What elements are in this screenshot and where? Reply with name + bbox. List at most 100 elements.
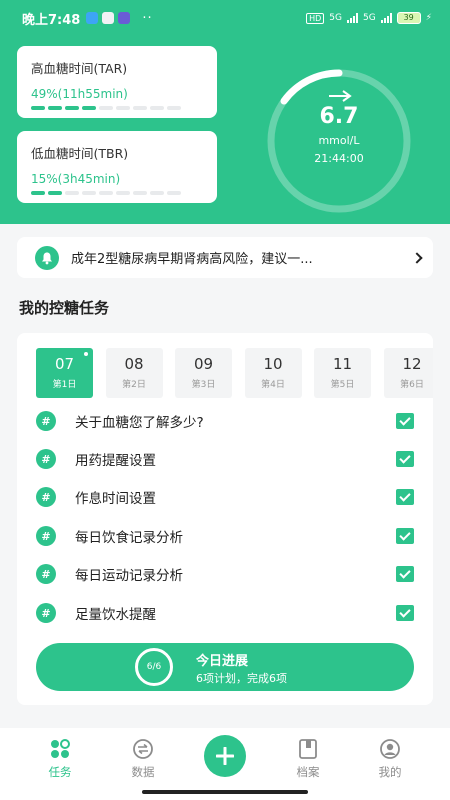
day-number: 10	[263, 355, 283, 373]
task-label: 每日运动记录分析	[75, 568, 183, 584]
day-tab[interactable]: 09 第3日	[175, 348, 232, 398]
day-label: 第2日	[122, 380, 146, 390]
plus-icon	[216, 747, 234, 765]
nav-data[interactable]: 数据	[113, 738, 173, 780]
progress-segment	[31, 106, 45, 110]
progress-segment	[133, 106, 147, 110]
video-app-icon	[102, 12, 115, 24]
day-number: 11	[332, 355, 353, 373]
task-label: 每日饮食记录分析	[75, 530, 183, 546]
home-indicator[interactable]	[142, 790, 308, 794]
nav-label: 数据	[131, 765, 155, 779]
task-label: 用药提醒设置	[75, 453, 156, 469]
progress-segment	[99, 191, 113, 195]
hash-icon: #	[36, 603, 56, 623]
progress-segment	[65, 191, 79, 195]
task-checkbox[interactable]	[396, 605, 414, 621]
risk-alert-banner[interactable]: 成年2型糖尿病早期肾病高风险，建议一...	[17, 237, 433, 278]
task-label: 足量饮水提醒	[75, 607, 156, 623]
tbr-card[interactable]: 低血糖时间(TBR) 15%(3h45min)	[17, 131, 217, 203]
hash-icon: #	[36, 564, 56, 584]
nav-profile[interactable]: 我的	[360, 738, 420, 780]
progress-subtitle: 6项计划，完成6项	[196, 672, 287, 685]
tar-card[interactable]: 高血糖时间(TAR) 49%(11h55min)	[17, 46, 217, 118]
day-tab[interactable]: 11 第5日	[314, 348, 371, 398]
progress-segment	[116, 106, 130, 110]
task-item[interactable]: # 关于血糖您了解多少?	[36, 409, 414, 433]
day-label: 第1日	[52, 380, 77, 390]
nav-label: 任务	[48, 765, 72, 779]
task-checkbox[interactable]	[396, 451, 414, 467]
battery-icon: 39	[396, 12, 421, 24]
network-label-1: 5G	[329, 13, 342, 23]
signal-icon	[346, 13, 358, 23]
glucose-unit: mmol/L	[318, 134, 360, 147]
progress-segment	[48, 191, 62, 195]
progress-segment	[150, 191, 164, 195]
tar-progress-segments	[31, 106, 203, 110]
task-item[interactable]: # 作息时间设置	[36, 485, 414, 509]
progress-segment	[82, 191, 96, 195]
task-checkbox[interactable]	[396, 566, 414, 582]
message-app-icon	[86, 12, 99, 24]
day-tab[interactable]: 08 第2日	[105, 348, 163, 398]
progress-segment	[167, 106, 181, 110]
progress-segment	[116, 191, 130, 195]
status-indicators: HD 5G 5G 39 ⚡	[306, 12, 432, 24]
task-dots-icon	[30, 738, 90, 760]
hash-icon: #	[36, 411, 56, 431]
chevron-right-icon	[411, 251, 423, 264]
add-button[interactable]	[204, 735, 246, 777]
day-label: 第4日	[261, 380, 285, 390]
glucose-value: 6.7	[319, 104, 359, 129]
nav-label: 我的	[378, 765, 402, 779]
day-label: 第5日	[330, 380, 355, 390]
day-tab[interactable]: 12 第6日	[383, 348, 433, 398]
progress-segment	[167, 191, 181, 195]
nav-label: 档案	[296, 765, 320, 779]
hash-icon: #	[36, 526, 56, 546]
progress-segment	[48, 106, 62, 110]
status-more-dots: ··	[142, 10, 153, 26]
nav-tasks[interactable]: 任务	[30, 738, 90, 780]
task-item[interactable]: # 每日饮食记录分析	[36, 524, 414, 548]
progress-segment	[133, 191, 147, 195]
task-item[interactable]: # 每日运动记录分析	[36, 562, 414, 586]
day-tab[interactable]: 10 第4日	[244, 348, 302, 398]
data-exchange-icon	[113, 738, 173, 760]
arrow-right-icon	[329, 90, 352, 102]
progress-segment	[99, 106, 113, 110]
progress-segment	[82, 106, 96, 110]
day-tab[interactable]: 07 第1日	[36, 348, 93, 398]
status-time: 晚上7:48	[22, 12, 81, 28]
glucose-time: 21:44:00	[314, 152, 364, 165]
signal-icon	[380, 13, 392, 23]
nav-archive[interactable]: 档案	[278, 738, 338, 780]
task-label: 关于血糖您了解多少?	[75, 415, 204, 431]
day-number: 12	[402, 355, 422, 373]
hash-icon: #	[36, 449, 56, 469]
tar-value: 49%(11h55min)	[31, 87, 128, 101]
day-number: 07	[54, 355, 75, 373]
task-checkbox[interactable]	[396, 413, 414, 429]
day-number: 09	[193, 355, 214, 373]
progress-ring: 6/6	[135, 648, 173, 686]
section-title: 我的控糖任务	[19, 299, 110, 317]
day-number: 08	[124, 355, 144, 373]
network-label-2: 5G	[362, 13, 376, 23]
glucose-readout: 6.7 mmol/L 21:44:00	[262, 64, 416, 218]
daily-progress-button[interactable]: 6/6 今日进展 6项计划，完成6项	[36, 643, 414, 691]
task-item[interactable]: # 足量饮水提醒	[36, 601, 414, 625]
task-label: 作息时间设置	[75, 491, 156, 507]
tbr-value: 15%(3h45min)	[31, 172, 121, 186]
day-label: 第3日	[191, 380, 216, 390]
day-selector: 07 第1日 08 第2日 09 第3日 10 第4日 11 第5日 12 第6…	[36, 348, 433, 398]
task-item[interactable]: # 用药提醒设置	[36, 447, 414, 471]
progress-title: 今日进展	[196, 654, 249, 669]
task-checkbox[interactable]	[396, 528, 414, 544]
progress-segment	[65, 106, 79, 110]
task-checkbox[interactable]	[396, 489, 414, 505]
tbr-progress-segments	[31, 191, 203, 195]
tbr-title: 低血糖时间(TBR)	[31, 146, 129, 161]
profile-icon	[360, 738, 420, 760]
